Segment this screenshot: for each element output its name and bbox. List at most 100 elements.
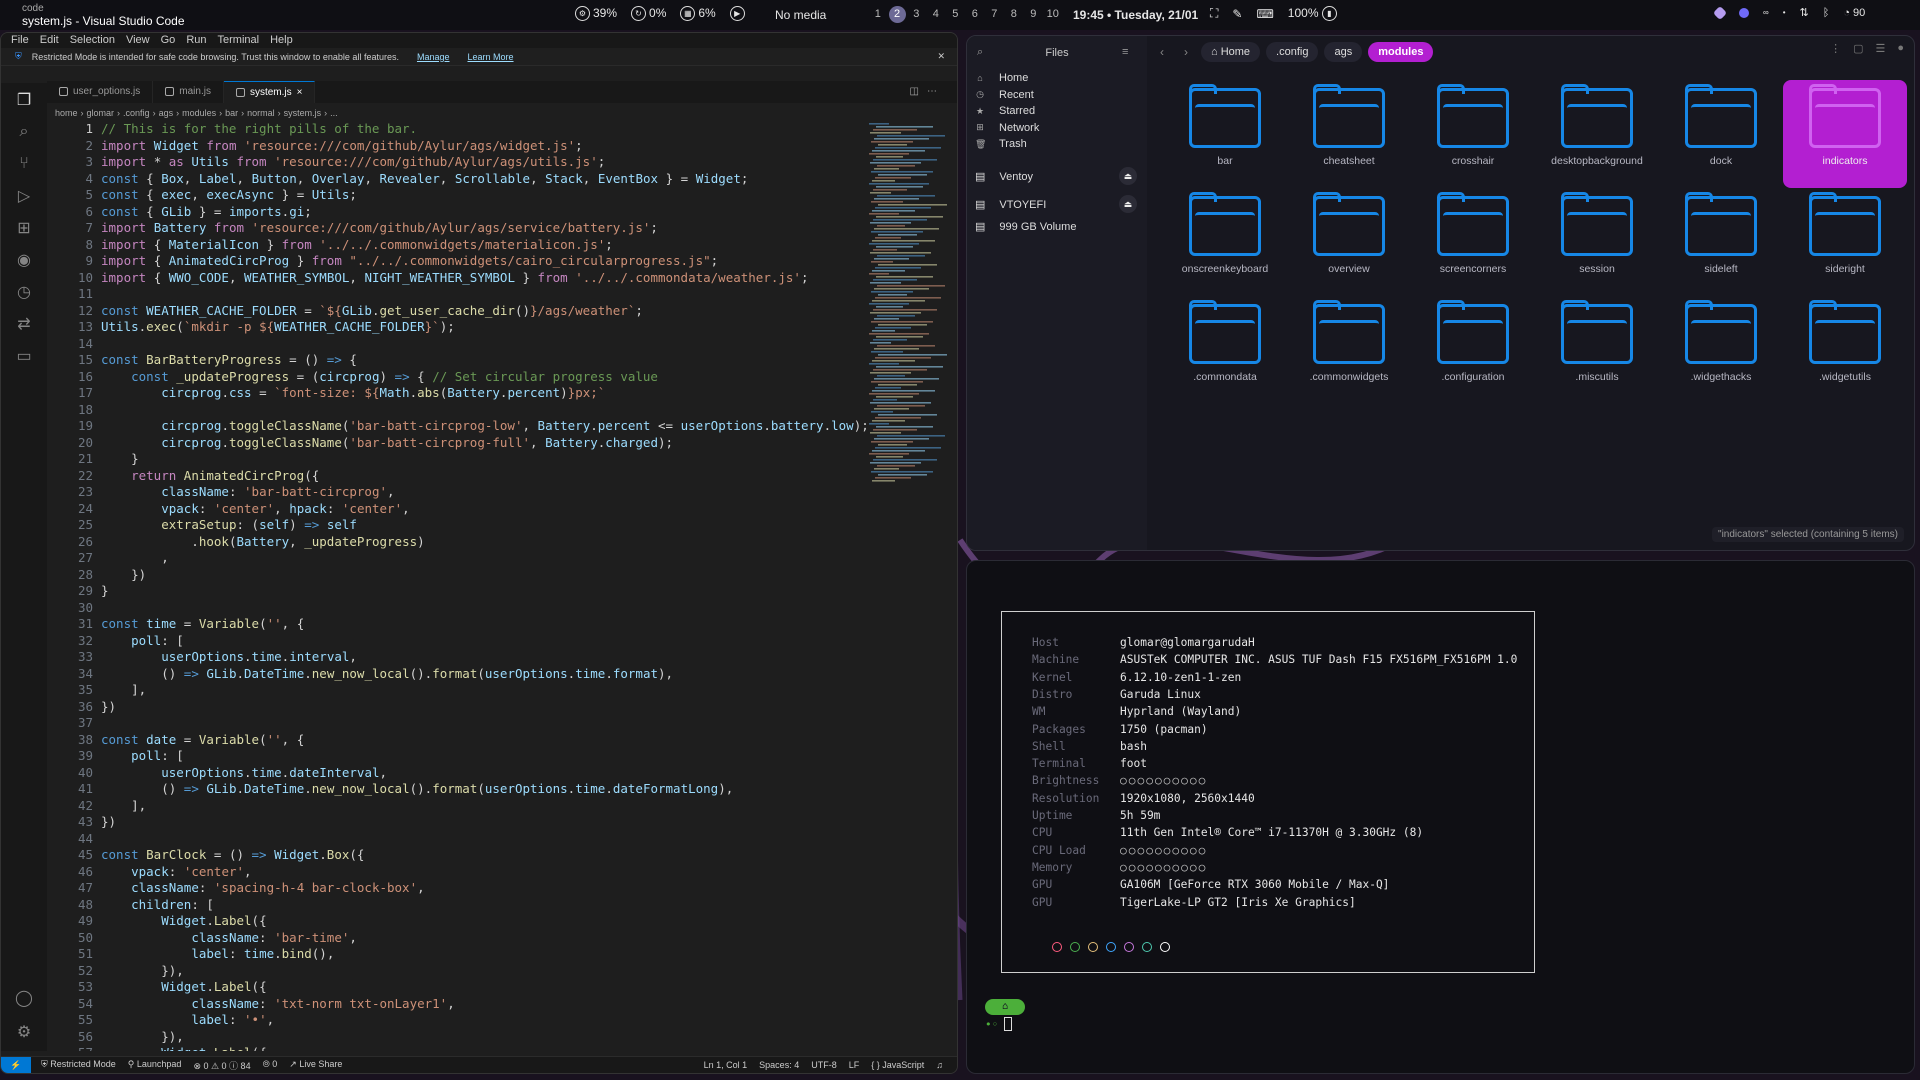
remote-icon[interactable]: ⇄ (13, 313, 35, 335)
source-control-icon[interactable]: ⑂ (13, 153, 35, 175)
screenshot-icon[interactable]: ⛶ (1210, 6, 1218, 21)
path-segment-ags[interactable]: ags (1324, 42, 1363, 62)
memory-indicator[interactable]: ▦ 6% (680, 6, 716, 22)
code-line[interactable]: ], (101, 798, 869, 815)
run-debug-icon[interactable]: ▷ (13, 185, 35, 207)
play-icon[interactable]: ▶ (729, 6, 745, 22)
eject-icon[interactable]: ⏏ (1119, 194, 1137, 213)
folder-item[interactable]: .configuration (1411, 296, 1535, 404)
workspace-6[interactable]: 6 (965, 6, 985, 23)
encoding[interactable]: UTF-8 (811, 1060, 837, 1070)
workspace-2[interactable]: 2 (888, 6, 906, 23)
code-line[interactable]: extraSetup: (self) => self (101, 517, 869, 534)
code-line[interactable]: const BarClock = () => Widget.Box({ (101, 847, 869, 864)
hamburger-menu-icon[interactable]: ≡ (1122, 46, 1128, 58)
code-line[interactable]: const time = Variable('', { (101, 616, 869, 633)
folder-item[interactable]: sideright (1783, 188, 1907, 296)
code-line[interactable]: const BarBatteryProgress = () => { (101, 352, 869, 369)
code-line[interactable]: circprog.toggleClassName('bar-batt-circp… (101, 435, 869, 452)
code-line[interactable]: () => GLib.DateTime.new_now_local().form… (101, 781, 869, 798)
settings-gear-icon[interactable]: ⚙ (13, 1021, 35, 1043)
battery-indicator[interactable]: 100% ▮ (1288, 6, 1340, 22)
pen-icon[interactable]: ✎ (1232, 7, 1242, 21)
code-line[interactable] (101, 715, 869, 732)
sidebar-item-trash[interactable]: 🗑 Trash (975, 136, 1143, 153)
more-actions-icon[interactable]: ⋯ (927, 86, 945, 97)
code-line[interactable]: userOptions.time.dateInterval, (101, 765, 869, 782)
end-of-line[interactable]: LF (849, 1060, 860, 1070)
code-line[interactable]: .hook(Battery, _updateProgress) (101, 534, 869, 551)
breadcrumb-item[interactable]: modules (182, 108, 216, 118)
sidebar-device[interactable]: ▤ VTOYEFI ⏏ (975, 194, 1143, 215)
terminal-cursor[interactable] (1004, 1017, 1013, 1031)
code-line[interactable]: const WEATHER_CACHE_FOLDER = `${GLib.get… (101, 303, 869, 320)
sidebar-item-starred[interactable]: ★ Starred (975, 103, 1143, 120)
language-mode[interactable]: { } JavaScript (871, 1060, 924, 1070)
menu-item-view[interactable]: View (126, 33, 150, 48)
tray-discord-icon[interactable] (1739, 7, 1749, 18)
path-segment-modules[interactable]: modules (1368, 42, 1434, 62)
minimap[interactable] (869, 123, 947, 493)
bluetooth-icon[interactable]: ᛒ (1823, 7, 1830, 19)
swap-indicator[interactable]: ↻ 0% (631, 6, 666, 22)
folder-item[interactable]: desktopbackground (1535, 80, 1659, 188)
workspace-10[interactable]: 10 (1043, 6, 1063, 23)
code-line[interactable]: import { WWO_CODE, WEATHER_SYMBOL, NIGHT… (101, 270, 869, 287)
code-content[interactable]: // This is for the right pills of the ba… (101, 121, 869, 1051)
code-line[interactable]: import * as Utils from 'resource:///com/… (101, 154, 869, 171)
breadcrumb-item[interactable]: bar (225, 108, 238, 118)
code-line[interactable]: Widget.Label({ (101, 979, 869, 996)
code-line[interactable]: className: 'spacing-h-4 bar-clock-box', (101, 880, 869, 897)
code-line[interactable]: userOptions.time.interval, (101, 649, 869, 666)
code-line[interactable]: } (101, 451, 869, 468)
code-line[interactable]: poll: [ (101, 748, 869, 765)
network-icon[interactable]: ⇅ (1800, 6, 1809, 19)
workspace-9[interactable]: 9 (1024, 6, 1044, 23)
search-icon[interactable]: ⌕ (13, 121, 35, 143)
launchpad-status[interactable]: ⚲ Launchpad (128, 1059, 182, 1072)
folder-item[interactable]: .miscutils (1535, 296, 1659, 404)
code-line[interactable]: circprog.css = `font-size: ${Math.abs(Ba… (101, 385, 869, 402)
live-share-status[interactable]: ↗ Live Share (289, 1059, 342, 1072)
menu-item-help[interactable]: Help (270, 33, 293, 48)
code-line[interactable]: Utils.exec(`mkdir -p ${WEATHER_CACHE_FOL… (101, 319, 869, 336)
code-line[interactable]: ], (101, 682, 869, 699)
breadcrumb-item[interactable]: normal (247, 108, 275, 118)
explorer-icon[interactable]: ❐ (13, 89, 35, 111)
workspace-3[interactable]: 3 (907, 6, 927, 23)
code-line[interactable]: }) (101, 814, 869, 831)
code-line[interactable]: import Widget from 'resource:///com/gith… (101, 138, 869, 155)
indentation[interactable]: Spaces: 4 (759, 1060, 799, 1070)
folder-item[interactable]: screencorners (1411, 188, 1535, 296)
close-tab-icon[interactable]: × (297, 87, 303, 103)
restricted-mode-status[interactable]: ⛨ Restricted Mode (41, 1059, 116, 1072)
manage-link[interactable]: Manage (417, 52, 450, 62)
code-line[interactable]: vpack: 'center', (101, 864, 869, 881)
list-view-icon[interactable]: ☰ (1875, 42, 1885, 55)
code-line[interactable]: className: 'bar-batt-circprog', (101, 484, 869, 501)
workspace-8[interactable]: 8 (1004, 6, 1024, 23)
folder-item[interactable]: overview (1287, 188, 1411, 296)
new-folder-icon[interactable]: ▢ (1853, 42, 1863, 55)
menu-item-go[interactable]: Go (161, 33, 176, 48)
ports-status[interactable]: ⦾ 0 (263, 1059, 278, 1072)
code-line[interactable]: const { Box, Label, Button, Overlay, Rev… (101, 171, 869, 188)
code-line[interactable]: const { GLib } = imports.gi; (101, 204, 869, 221)
folder-item[interactable]: .commondata (1163, 296, 1287, 404)
code-line[interactable]: }), (101, 1029, 869, 1046)
code-line[interactable]: }) (101, 567, 869, 584)
path-segment-config[interactable]: .config (1266, 42, 1319, 62)
code-line[interactable] (101, 831, 869, 848)
keyboard-icon[interactable]: ⌨ (1256, 7, 1273, 21)
code-line[interactable]: const _updateProgress = (circprog) => { … (101, 369, 869, 386)
code-line[interactable]: // This is for the right pills of the ba… (101, 121, 869, 138)
menu-item-edit[interactable]: Edit (40, 33, 59, 48)
breadcrumb-item[interactable]: system.js (284, 108, 322, 118)
code-line[interactable]: poll: [ (101, 633, 869, 650)
folder-item[interactable]: indicators (1783, 80, 1907, 188)
tray-dot-icon[interactable]: • (1783, 8, 1786, 17)
sidebar-item-recent[interactable]: ◷ Recent (975, 87, 1143, 104)
split-editor-icon[interactable]: ◫ (910, 86, 927, 97)
terminal-window[interactable]: Host glomar@glomargarudaH Machine ASUSTeK C… (966, 560, 1915, 1074)
code-line[interactable]: , (101, 550, 869, 567)
